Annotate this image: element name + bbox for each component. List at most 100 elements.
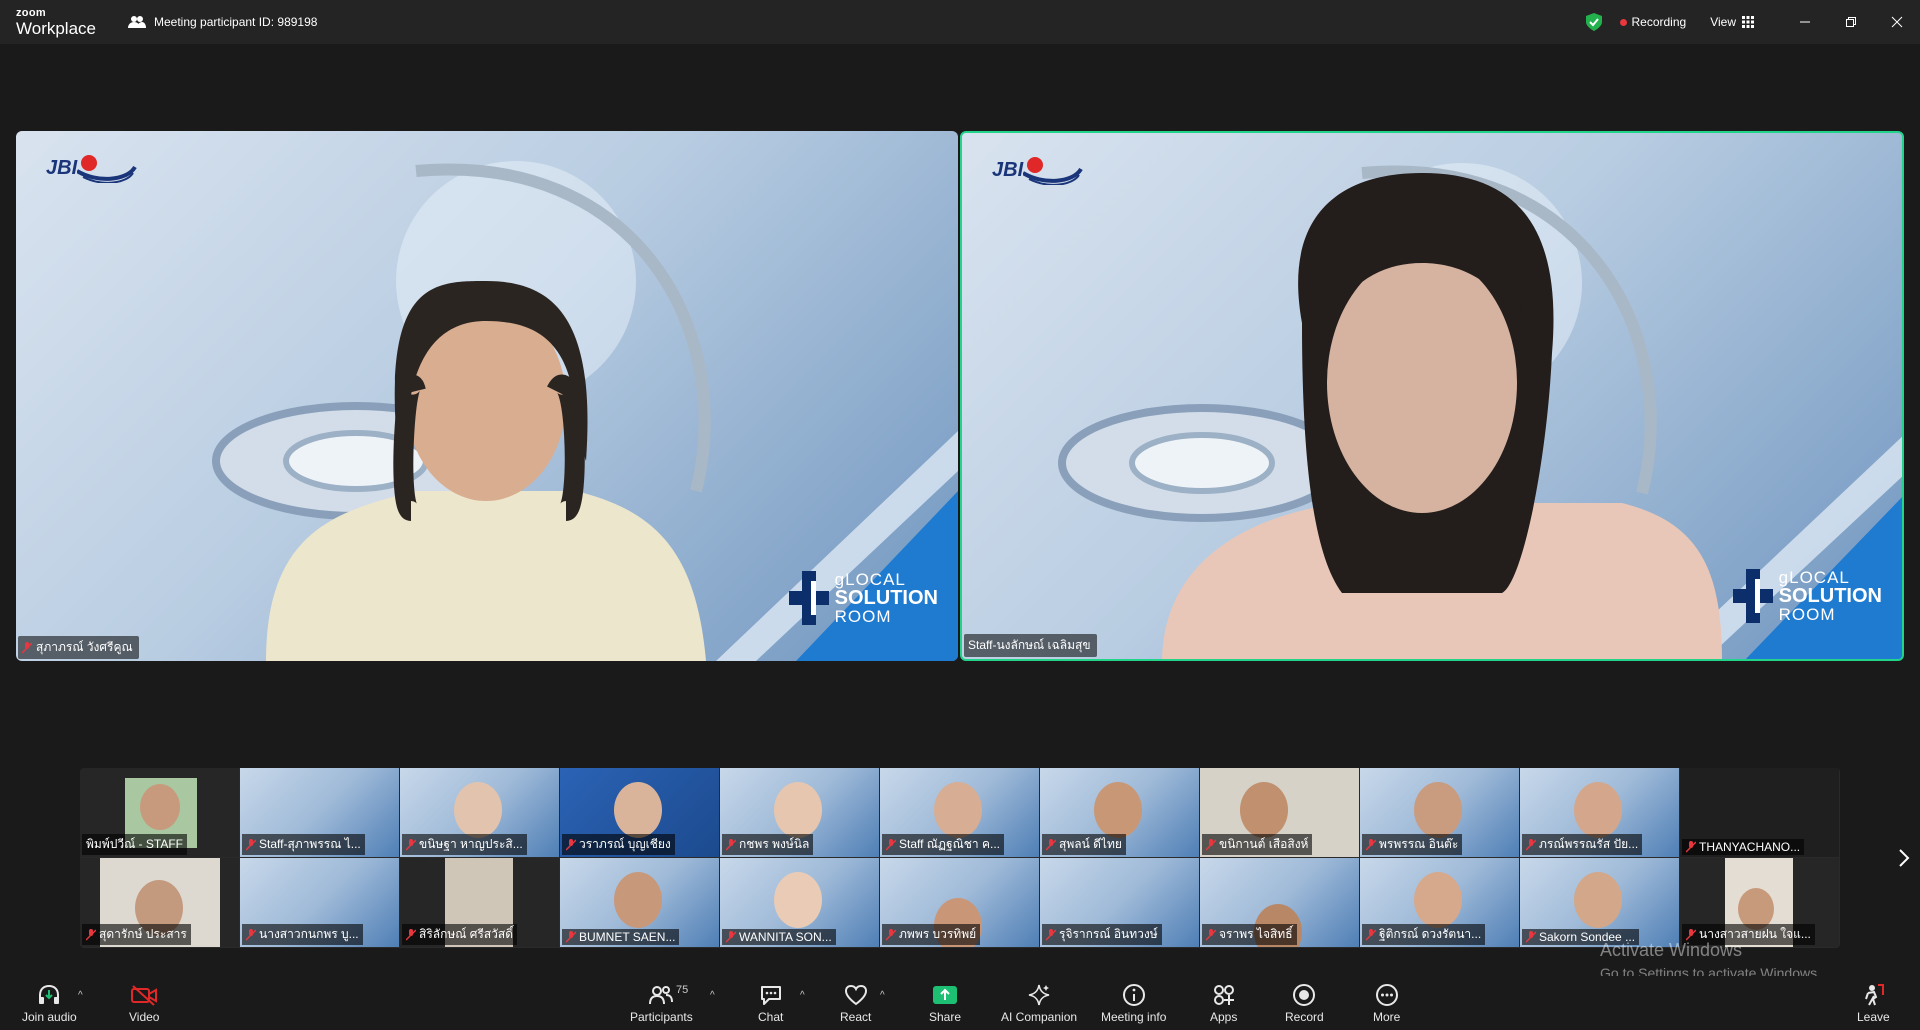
record-button[interactable]: Record [1285, 982, 1324, 1024]
gallery-name: ขนิษฐา หาญประสิ... [419, 837, 523, 851]
gallery-tile[interactable]: Staff-สุภาพรรณ ไ... [240, 768, 399, 857]
gallery-name-tag: วราภรณ์ บุญเชียง [562, 834, 675, 855]
gallery-tile[interactable]: นางสาวสายฝน ใจแ... [1680, 858, 1839, 947]
react-label: React [840, 1010, 872, 1024]
react-options-chevron-icon[interactable]: ^ [880, 990, 885, 1001]
gallery-tile[interactable]: ภรณ์พรรณรัส ปัย... [1520, 768, 1679, 857]
gallery-name-tag: ภรณ์พรรณรัส ปัย... [1522, 834, 1643, 855]
activate-windows-watermark: Activate Windows Go to Settings to activ… [1600, 940, 1821, 981]
gallery-name-tag: ภพพร บวรทิพย์ [882, 924, 981, 945]
participant-face [1094, 782, 1142, 838]
participant-face [140, 784, 180, 830]
react-button[interactable]: React [840, 982, 871, 1024]
gallery-name: ภพพร บวรทิพย์ [899, 927, 977, 941]
gallery-name: BUMNET SAEN... [579, 930, 676, 944]
view-button[interactable]: View [1710, 15, 1754, 29]
participants-options-chevron-icon[interactable]: ^ [710, 990, 715, 1001]
share-screen-icon [933, 986, 958, 1004]
leave-button[interactable]: Leave [1857, 982, 1890, 1024]
chat-options-chevron-icon[interactable]: ^ [800, 990, 805, 1001]
medical-cross-icon [1732, 569, 1773, 623]
more-button[interactable]: More [1373, 982, 1400, 1024]
gallery-name-tag: รุจิรากรณ์ อินทวงษ์ [1042, 924, 1162, 945]
audio-options-chevron-icon[interactable]: ^ [78, 990, 83, 1001]
apps-button[interactable]: Apps [1210, 982, 1237, 1024]
participant-name: Staff-นงลักษณ์ เฉลิมสุข [968, 638, 1091, 652]
gallery-tile[interactable]: ขนิกานต์ เสือสิงห์ [1200, 768, 1359, 857]
ai-companion-button[interactable]: AI Companion [1001, 982, 1077, 1024]
gallery-tile[interactable]: THANYACHANO... [1680, 768, 1839, 857]
chat-icon [760, 986, 781, 1005]
participant-face [1574, 872, 1622, 928]
recording-indicator[interactable]: Recording [1619, 15, 1687, 29]
participants-icon [649, 986, 674, 1005]
share-button[interactable]: Share [929, 982, 961, 1024]
video-tile-right-active-speaker[interactable]: JBI gLOCAL SOLUTION ROOM Staff-นงลักษณ์ … [960, 131, 1904, 661]
gallery-name: รุจิรากรณ์ อินทวงษ์ [1059, 927, 1158, 941]
meeting-info-label: Meeting info [1101, 1010, 1167, 1024]
gallery-tile[interactable]: กชพร พงษ์นิล [720, 768, 879, 857]
gallery-strip[interactable]: พิมพ์ปวีณ์ - STAFF Staff-สุภาพรรณ ไ... ข… [80, 768, 1840, 948]
leave-label: Leave [1857, 1010, 1890, 1024]
solution-room-logo: gLOCAL SOLUTION ROOM [788, 571, 938, 625]
gallery-tile[interactable]: ขนิษฐา หาญประสิ... [400, 768, 559, 857]
participant-face [1240, 782, 1288, 838]
gallery-name: พิมพ์ปวีณ์ - STAFF [86, 837, 183, 851]
gallery-name: ภรณ์พรรณรัส ปัย... [1539, 837, 1639, 851]
muted-mic-icon [726, 838, 736, 851]
gallery-tile[interactable]: พรพรรณ อินต๊ะ [1360, 768, 1519, 857]
minimize-button[interactable] [1782, 0, 1828, 44]
more-icon [1375, 984, 1398, 1006]
gallery-tile[interactable]: Sakorn Sondee ... [1520, 858, 1679, 947]
gallery-tile[interactable]: WANNITA SON... [720, 858, 879, 947]
gallery-tile[interactable]: จราพร ไจสิทธิ์ [1200, 858, 1359, 947]
gallery-name: สุดารักษ์ ประสาร [99, 927, 187, 941]
ai-companion-label: AI Companion [1001, 1010, 1078, 1024]
chat-button[interactable]: Chat [758, 982, 783, 1024]
gallery-name-tag: THANYACHANO... [1682, 839, 1805, 855]
room-line-1: gLOCAL [1778, 568, 1850, 587]
recording-label: Recording [1631, 15, 1687, 29]
participant-face [774, 872, 822, 928]
gallery-tile[interactable]: Staff ณัฏฐณิชา ค... [880, 768, 1039, 857]
participant-face [614, 782, 662, 838]
room-line-2: SOLUTION [834, 587, 938, 609]
join-audio-button[interactable]: Join audio [22, 982, 77, 1024]
gallery-name-tag: สุดารักษ์ ประสาร [82, 924, 191, 945]
gallery-tile[interactable]: สุพลน์ ดีไทย [1040, 768, 1199, 857]
gallery-tile[interactable]: วราภรณ์ บุญเชียง [560, 768, 719, 857]
gallery-name-tag: พิมพ์ปวีณ์ - STAFF [82, 834, 187, 855]
more-label: More [1373, 1010, 1401, 1024]
gallery-name: Staff-สุภาพรรณ ไ... [259, 837, 361, 851]
muted-mic-icon [406, 838, 416, 851]
gallery-tile[interactable]: สิริลักษณ์ ศรีสวัสดิ์ [400, 858, 559, 947]
gallery-tile[interactable]: นางสาวกนกพร บู... [240, 858, 399, 947]
jbi-logo: JBI [992, 155, 1083, 185]
muted-mic-icon [1686, 928, 1696, 941]
muted-mic-icon [1366, 838, 1376, 851]
gallery-tile[interactable]: พิมพ์ปวีณ์ - STAFF [80, 768, 239, 857]
apps-label: Apps [1210, 1010, 1238, 1024]
gallery-tile[interactable]: ภพพร บวรทิพย์ [880, 858, 1039, 947]
meeting-info-button[interactable]: Meeting info [1101, 982, 1166, 1024]
video-button[interactable]: Video [129, 982, 159, 1024]
gallery-name-tag: สุพลน์ ดีไทย [1042, 834, 1126, 855]
brand-small: zoom [16, 6, 46, 19]
minimize-icon [1800, 21, 1810, 23]
muted-mic-icon [22, 641, 32, 654]
participant-name-tag: สุภาภรณ์ วังศรีคูณ [18, 636, 139, 659]
shield-icon[interactable] [1585, 13, 1602, 31]
meeting-toolbar: Join audio ^ Video Participants 75 ^ Cha… [0, 976, 1920, 1030]
muted-mic-icon [1686, 841, 1696, 853]
chevron-right-icon[interactable] [1898, 848, 1910, 868]
gallery-name-tag: ขนิษฐา หาญประสิ... [402, 834, 527, 855]
video-tile-left[interactable]: JBI gLOCAL SOLUTION ROOM สุภาภรณ์ วังศรี… [16, 131, 958, 661]
restore-button[interactable] [1828, 0, 1874, 44]
gallery-tile[interactable]: สุดารักษ์ ประสาร [80, 858, 239, 947]
close-button[interactable] [1874, 0, 1920, 44]
solution-room-logo: gLOCAL SOLUTION ROOM [1732, 568, 1882, 623]
gallery-tile[interactable]: BUMNET SAEN... [560, 858, 719, 947]
meeting-id[interactable]: Meeting participant ID: 989198 [128, 15, 317, 29]
gallery-tile[interactable]: รุจิรากรณ์ อินทวงษ์ [1040, 858, 1199, 947]
gallery-tile[interactable]: ฐิติกรณ์ ดวงรัตนา... [1360, 858, 1519, 947]
